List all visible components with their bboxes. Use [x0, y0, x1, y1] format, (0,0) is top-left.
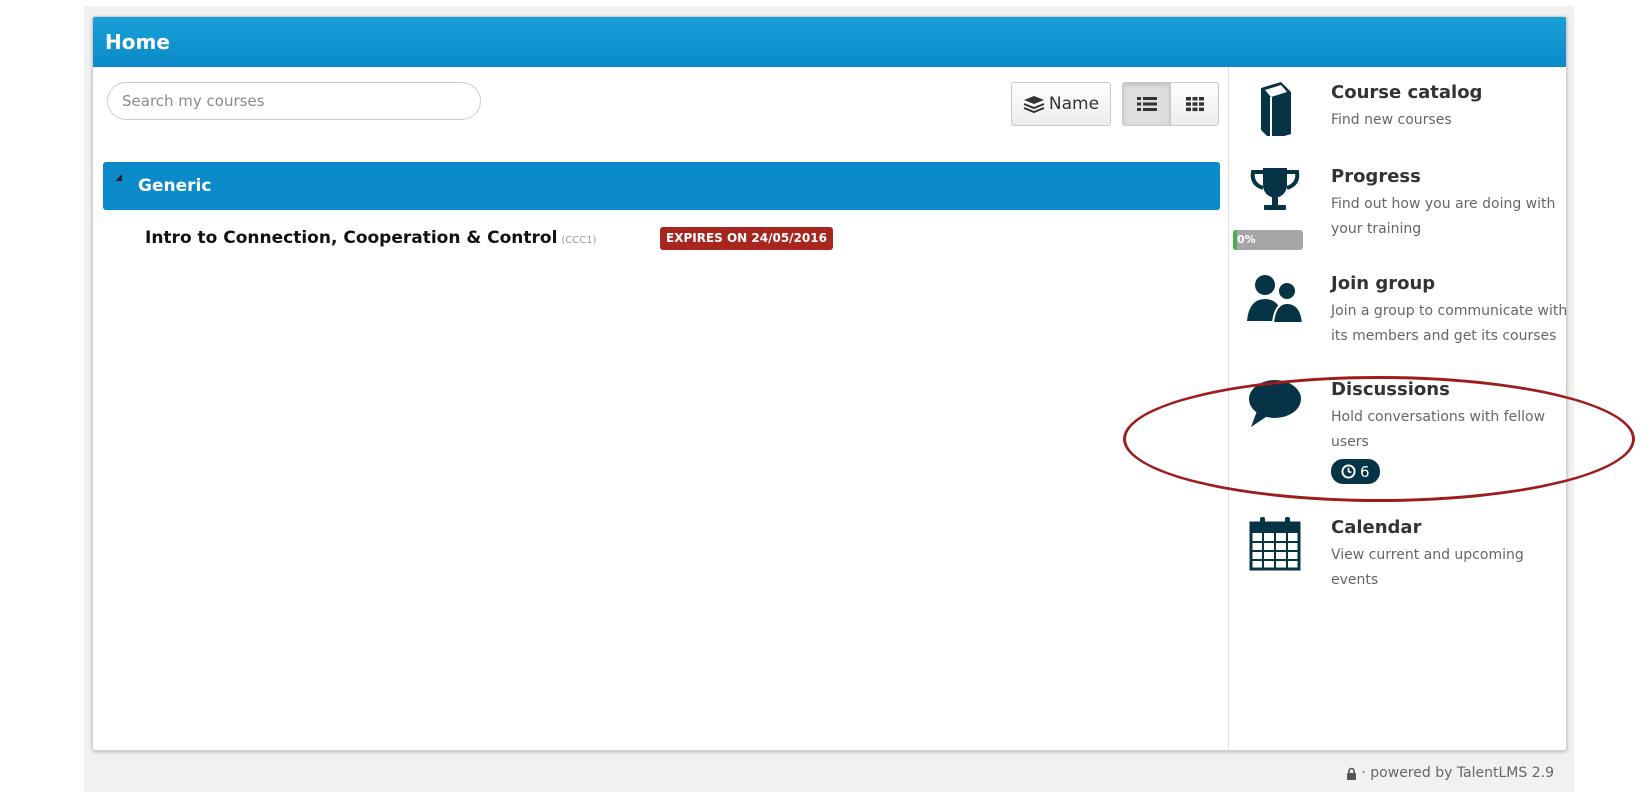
sidebar-item-desc: Join a group to communicate with its mem…	[1331, 303, 1567, 344]
lock-icon	[1347, 767, 1357, 780]
course-title[interactable]: Intro to Connection, Cooperation & Contr…	[145, 228, 557, 248]
page-title: Home	[93, 17, 1566, 67]
sidebar-item-title[interactable]: Course catalog	[1331, 80, 1566, 106]
users-icon	[1247, 275, 1305, 324]
book-icon	[1261, 82, 1291, 136]
sort-button[interactable]: Name	[1011, 82, 1111, 126]
category-header[interactable]: ◢ Generic	[103, 162, 1220, 210]
collapse-arrow-icon[interactable]: ◢	[115, 174, 122, 183]
view-toggle	[1122, 82, 1219, 126]
list-icon	[1136, 97, 1157, 111]
course-row[interactable]: Intro to Connection, Cooperation & Contr…	[145, 224, 1303, 255]
sidebar-item-desc: Hold conversations with fellow users	[1331, 409, 1546, 450]
sidebar-item-title[interactable]: Progress	[1331, 164, 1566, 190]
sidebar-item-text: Join group Join a group to communicate w…	[1331, 271, 1567, 349]
grid-view-button[interactable]	[1170, 83, 1218, 125]
expiry-badge: EXPIRES ON 24/05/2016	[660, 227, 833, 250]
sidebar-item-desc: View current and upcoming events	[1331, 547, 1524, 588]
sidebar-item-title[interactable]: Join group	[1331, 271, 1566, 297]
search-input[interactable]	[107, 82, 481, 120]
footer: · powered by TalentLMS 2.9	[1346, 765, 1554, 781]
sidebar-item-desc: Find out how you are doing with your tra…	[1331, 196, 1556, 237]
category-name: Generic	[138, 176, 212, 196]
course-code: (CCC1)	[561, 235, 597, 246]
speech-bubble-icon	[1249, 380, 1301, 427]
calendar-icon	[1249, 517, 1301, 571]
discussions-count-badge[interactable]: 6	[1331, 459, 1380, 484]
course-title-wrap: Intro to Connection, Cooperation & Contr…	[145, 224, 597, 255]
discussions-count: 6	[1360, 462, 1370, 481]
sidebar-item-title[interactable]: Calendar	[1331, 515, 1566, 541]
layers-icon	[1023, 96, 1045, 113]
list-view-button[interactable]	[1123, 83, 1170, 125]
sidebar-item-text: Calendar View current and upcoming event…	[1331, 515, 1566, 593]
course-list-area: Name ◢ Generic	[93, 67, 1303, 750]
sidebar-item-text: Discussions Hold conversations with fell…	[1331, 377, 1566, 484]
sidebar-item-title[interactable]: Discussions	[1331, 377, 1566, 403]
grid-icon	[1185, 97, 1204, 112]
trophy-icon	[1250, 168, 1300, 210]
sidebar: Course catalog Find new courses Progress…	[1228, 67, 1566, 750]
home-panel: Home Name	[92, 16, 1567, 751]
clock-icon	[1341, 464, 1356, 479]
footer-text[interactable]: · powered by TalentLMS 2.9	[1361, 765, 1554, 781]
sort-button-label: Name	[1048, 94, 1100, 114]
sidebar-item-text: Progress Find out how you are doing with…	[1331, 164, 1566, 242]
sidebar-item-text: Course catalog Find new courses	[1331, 80, 1566, 133]
sidebar-item-desc: Find new courses	[1331, 112, 1452, 128]
